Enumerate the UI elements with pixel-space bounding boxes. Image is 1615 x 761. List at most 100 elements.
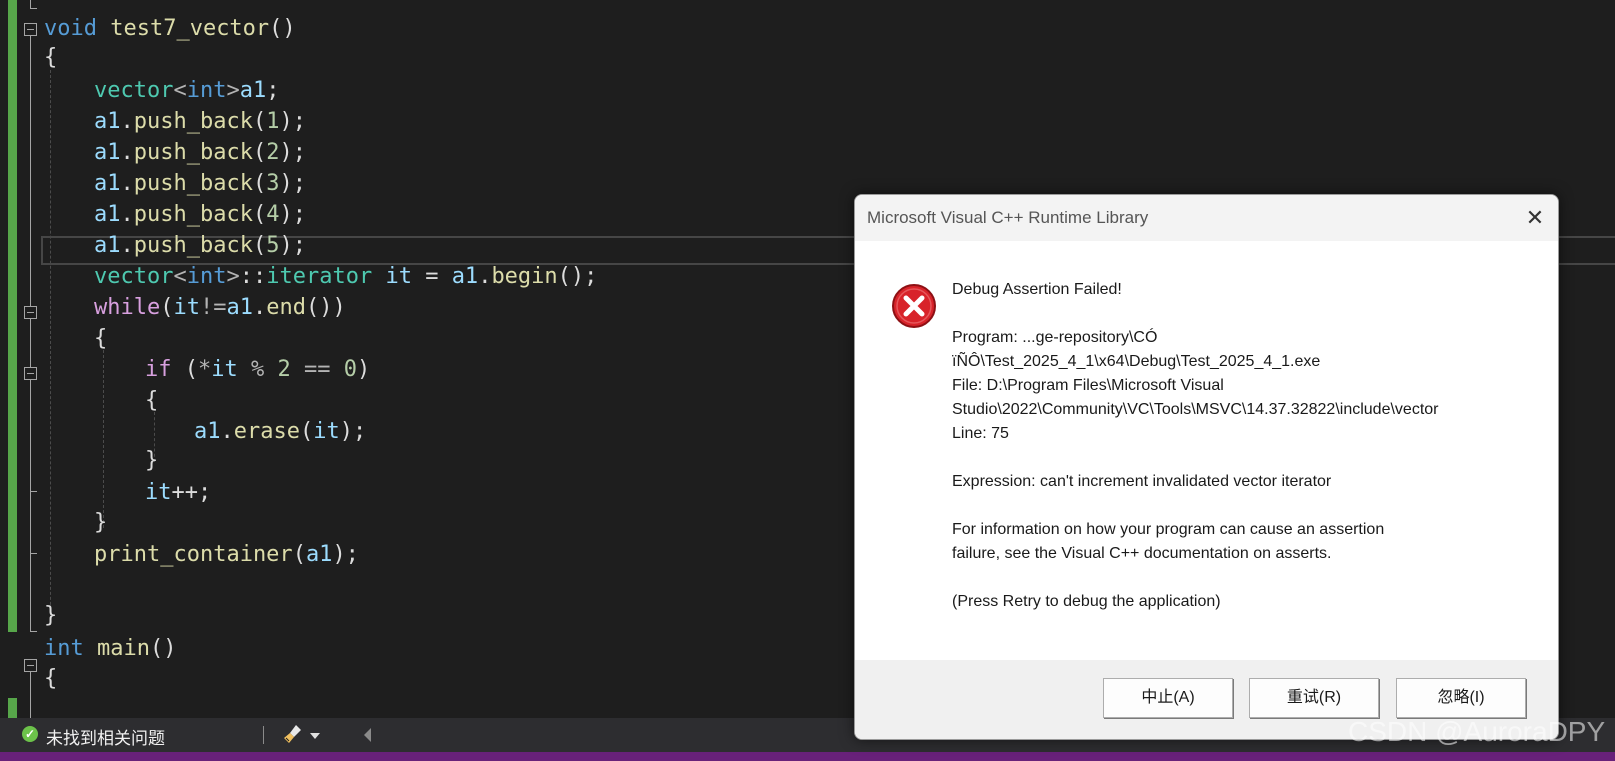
code-token: 5 (266, 233, 280, 258)
code-line[interactable]: int main() (44, 634, 176, 664)
code-line[interactable]: void test7_vector() (44, 14, 296, 44)
fold-toggle-function[interactable] (24, 23, 37, 36)
fold-toggle-while[interactable] (24, 306, 37, 319)
dialog-message: Debug Assertion Failed! Program: ...ge-r… (952, 278, 1527, 614)
code-token: == (290, 357, 344, 382)
code-token: a1 (194, 419, 221, 444)
fold-toggle-main[interactable] (24, 659, 37, 672)
code-token: it (313, 419, 340, 444)
code-token: while (94, 295, 161, 320)
code-token: { (44, 45, 58, 70)
code-token: () (149, 636, 177, 661)
abort-button[interactable]: 中止(A) (1103, 678, 1233, 718)
dialog-titlebar[interactable]: Microsoft Visual C++ Runtime Library ✕ (855, 195, 1558, 241)
code-token: a1 (94, 109, 121, 134)
code-line[interactable]: vector<int>::iterator it = a1.begin(); (94, 262, 597, 292)
indent-guide (103, 350, 104, 528)
code-token: push_back (133, 233, 253, 258)
code-line[interactable]: vector<int>a1; (94, 76, 279, 106)
code-line[interactable]: a1.push_back(1); (94, 107, 306, 137)
code-token: . (252, 295, 267, 320)
code-line[interactable]: while(it!=a1.end()) (94, 293, 346, 323)
code-token: ( (252, 140, 267, 165)
fold-guide-line (30, 319, 31, 367)
code-token: < (173, 78, 187, 103)
code-line[interactable]: } (145, 446, 158, 476)
close-icon[interactable]: ✕ (1512, 195, 1558, 241)
code-token: > (226, 264, 240, 289)
code-token: it (145, 480, 172, 505)
code-token: ); (279, 202, 306, 227)
code-token: it (173, 295, 200, 320)
retry-button[interactable]: 重试(R) (1249, 678, 1379, 718)
indent-guide (50, 70, 51, 625)
code-token: ( (252, 233, 267, 258)
code-token: ); (279, 233, 306, 258)
code-line[interactable]: print_container(a1); (94, 540, 359, 570)
code-token: a1 (305, 542, 333, 567)
press-retry-hint: (Press Retry to debug the application) (952, 593, 1221, 610)
chevron-down-icon[interactable] (310, 733, 320, 739)
code-line[interactable]: it++; (145, 478, 211, 508)
code-token: * (198, 357, 212, 382)
code-token: 2 (266, 140, 280, 165)
code-line[interactable]: { (44, 43, 57, 73)
code-token: it (211, 357, 238, 382)
code-token: if (145, 357, 172, 382)
code-line[interactable]: a1.push_back(4); (94, 200, 306, 230)
code-line[interactable]: } (44, 601, 57, 631)
fold-toggle-if[interactable] (24, 367, 37, 380)
code-token: . (120, 202, 134, 227)
fold-guide-tick (30, 491, 37, 492)
code-token: () (269, 16, 296, 41)
code-token: } (44, 603, 58, 628)
code-token: ( (171, 357, 198, 382)
code-line[interactable]: } (94, 508, 107, 538)
code-token: void (44, 16, 97, 41)
code-token: int (44, 636, 84, 661)
scroll-left-arrow[interactable] (364, 728, 371, 742)
fold-guide-tick (30, 553, 37, 554)
code-line[interactable]: a1.push_back(2); (94, 138, 306, 168)
fold-guide-tick (30, 631, 37, 632)
assertion-expression: Expression: can't increment invalidated … (952, 473, 1332, 490)
program-path-line-2: ïÑÔ\Test_2025_4_1\x64\Debug\Test_2025_4_… (952, 353, 1321, 370)
code-line[interactable]: { (94, 324, 107, 354)
code-line[interactable]: a1.push_back(5); (94, 231, 306, 261)
code-token: vector (94, 264, 174, 289)
code-token: vector (94, 78, 174, 103)
dialog-title: Microsoft Visual C++ Runtime Library (867, 208, 1149, 227)
code-token: begin (491, 264, 558, 289)
code-token: test7_vector (96, 16, 270, 41)
code-token: :: (239, 264, 267, 289)
code-token: end (266, 295, 306, 320)
code-token: . (120, 233, 134, 258)
fold-guide-tick (30, 8, 37, 9)
code-token: 2 (277, 357, 291, 382)
code-token: main (83, 636, 150, 661)
code-token: int (186, 78, 227, 103)
assertion-heading: Debug Assertion Failed! (952, 281, 1122, 298)
code-token: ( (299, 419, 314, 444)
code-token: 4 (266, 202, 280, 227)
code-token: < (173, 264, 187, 289)
issues-status-text[interactable]: 未找到相关问题 (46, 724, 165, 749)
code-line[interactable]: { (145, 386, 158, 416)
status-separator (263, 726, 264, 744)
change-marker-bar (8, 0, 17, 632)
code-token: } (145, 448, 159, 473)
code-line[interactable]: a1.push_back(3); (94, 169, 306, 199)
code-line[interactable]: a1.erase(it); (194, 417, 366, 447)
code-token: ; (266, 78, 280, 103)
program-path-line-1: Program: ...ge-repository\CÓ (952, 329, 1158, 346)
code-line[interactable]: if (*it % 2 == 0) (145, 355, 370, 385)
code-token: a1 (226, 295, 253, 320)
code-token: > (226, 78, 240, 103)
code-line[interactable]: { (44, 664, 57, 694)
code-token: != (199, 295, 227, 320)
info-line-2: failure, see the Visual C++ documentatio… (952, 545, 1332, 562)
brush-icon[interactable] (282, 723, 304, 745)
code-token: = (425, 264, 452, 289)
ignore-button[interactable]: 忽略(I) (1396, 678, 1526, 718)
code-token: ); (332, 542, 359, 567)
